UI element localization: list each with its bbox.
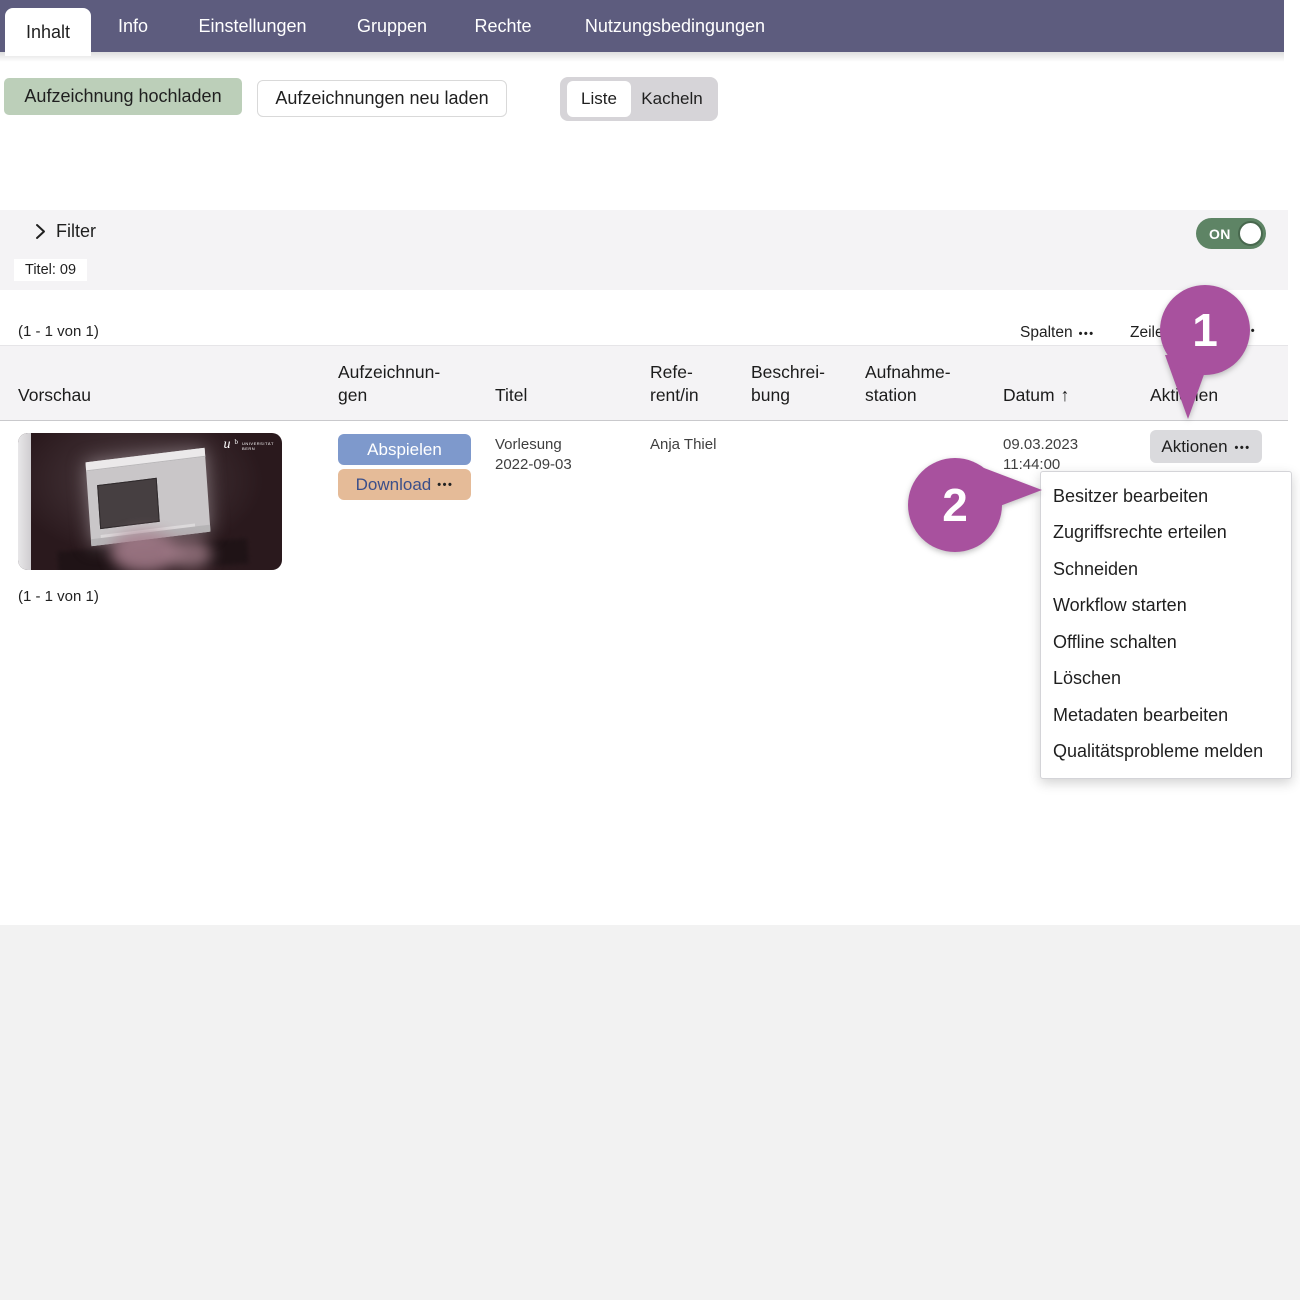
thumbnail-hand-2: [168, 539, 212, 569]
aktionen-button[interactable]: Aktionen •••: [1150, 430, 1262, 463]
sort-ascending-icon[interactable]: ↑: [1061, 385, 1070, 405]
annotation-marker-2: 2: [908, 458, 1048, 554]
chevron-right-icon: [36, 224, 45, 239]
logo-b-superscript: b: [234, 438, 239, 446]
marker-2-circle: 2: [908, 458, 1002, 552]
filter-expander[interactable]: Filter: [35, 221, 96, 242]
table-header-row: Vorschau Aufzeichnun- gen Titel Refe- re…: [0, 345, 1288, 421]
tab-einstellungen[interactable]: Einstellungen: [180, 0, 325, 52]
menu-item-offline-schalten[interactable]: Offline schalten: [1041, 624, 1291, 661]
menu-item-workflow-starten[interactable]: Workflow starten: [1041, 588, 1291, 625]
view-toggle-kacheln[interactable]: Kacheln: [631, 81, 713, 117]
toggle-on-label: ON: [1209, 225, 1231, 242]
col-header-aufzeichnungen: Aufzeichnun- gen: [338, 361, 441, 406]
menu-item-zugriffsrechte-erteilen[interactable]: Zugriffsrechte erteilen: [1041, 515, 1291, 552]
view-toggle-liste[interactable]: Liste: [567, 81, 631, 117]
result-count-bottom: (1 - 1 von 1): [18, 588, 99, 605]
col-header-beschreibung[interactable]: Beschrei- bung: [751, 361, 825, 408]
row-titel: Vorlesung 2022-09-03: [495, 436, 572, 473]
row-referent: Anja Thiel: [650, 436, 717, 453]
spalten-menu-control[interactable]: Spalten •••: [1020, 324, 1095, 342]
download-label: Download: [355, 474, 432, 494]
aktionen-dots-icon[interactable]: •••: [1235, 442, 1251, 454]
menu-item-qualitaetsprobleme-melden[interactable]: Qualitätsprobleme melden: [1041, 734, 1291, 771]
navbar-shadow: [0, 52, 1284, 62]
thumbnail-video-frame: [97, 477, 160, 530]
tab-rechte[interactable]: Rechte: [463, 0, 543, 52]
col-header-titel[interactable]: Titel: [495, 384, 527, 408]
view-toggle: Liste Kacheln: [560, 77, 718, 121]
spalten-label: Spalten: [1020, 324, 1073, 341]
col-header-vorschau: Vorschau: [18, 385, 91, 406]
col-header-referent[interactable]: Refe- rent/in: [650, 361, 699, 408]
datum-label: Datum: [1003, 385, 1055, 406]
page: Inhalt Info Einstellungen Gruppen Rechte…: [0, 0, 1300, 1300]
menu-item-besitzer-bearbeiten[interactable]: Besitzer bearbeiten: [1041, 478, 1291, 515]
col-header-aufnahmestation[interactable]: Aufnahme- station: [865, 361, 951, 408]
university-bern-logo: u b UNIVERSITÄT BERN: [223, 437, 274, 452]
filter-on-toggle[interactable]: ON: [1196, 218, 1266, 249]
tab-info[interactable]: Info: [103, 0, 163, 52]
marker-1-circle: 1: [1160, 285, 1250, 375]
toggle-knob[interactable]: [1238, 221, 1263, 246]
logo-u-glyph: u: [223, 437, 231, 452]
reload-recordings-button[interactable]: Aufzeichnungen neu laden: [257, 80, 507, 117]
logo-wordmark: UNIVERSITÄT BERN: [242, 441, 274, 451]
filter-chip-titel[interactable]: Titel: 09: [14, 259, 88, 281]
download-dots-icon[interactable]: •••: [437, 479, 453, 491]
filter-panel: [0, 210, 1288, 290]
spalten-dots-icon[interactable]: •••: [1079, 328, 1095, 340]
menu-item-loeschen[interactable]: Löschen: [1041, 661, 1291, 698]
page-footer-area: [0, 925, 1300, 1300]
tab-inhalt[interactable]: Inhalt: [5, 8, 91, 56]
tab-nutzungsbedingungen[interactable]: Nutzungsbedingungen: [572, 0, 778, 52]
col-header-datum[interactable]: Datum ↑: [1003, 360, 1070, 408]
thumbnail-left-strip: [18, 433, 31, 570]
menu-item-schneiden[interactable]: Schneiden: [1041, 551, 1291, 588]
aktionen-dropdown-menu: Besitzer bearbeiten Zugriffsrechte ertei…: [1040, 471, 1292, 779]
menu-item-metadaten-bearbeiten[interactable]: Metadaten bearbeiten: [1041, 697, 1291, 734]
download-button[interactable]: Download •••: [338, 469, 471, 500]
filter-label: Filter: [56, 221, 96, 241]
aktionen-label: Aktionen: [1161, 436, 1228, 456]
result-count-top: (1 - 1 von 1): [18, 323, 99, 340]
annotation-marker-1: 1: [1157, 285, 1253, 419]
tab-gruppen[interactable]: Gruppen: [342, 0, 442, 52]
upload-recording-button[interactable]: Aufzeichnung hochladen: [4, 78, 242, 115]
video-thumbnail[interactable]: u b UNIVERSITÄT BERN: [18, 433, 282, 570]
abspielen-button[interactable]: Abspielen: [338, 434, 471, 465]
